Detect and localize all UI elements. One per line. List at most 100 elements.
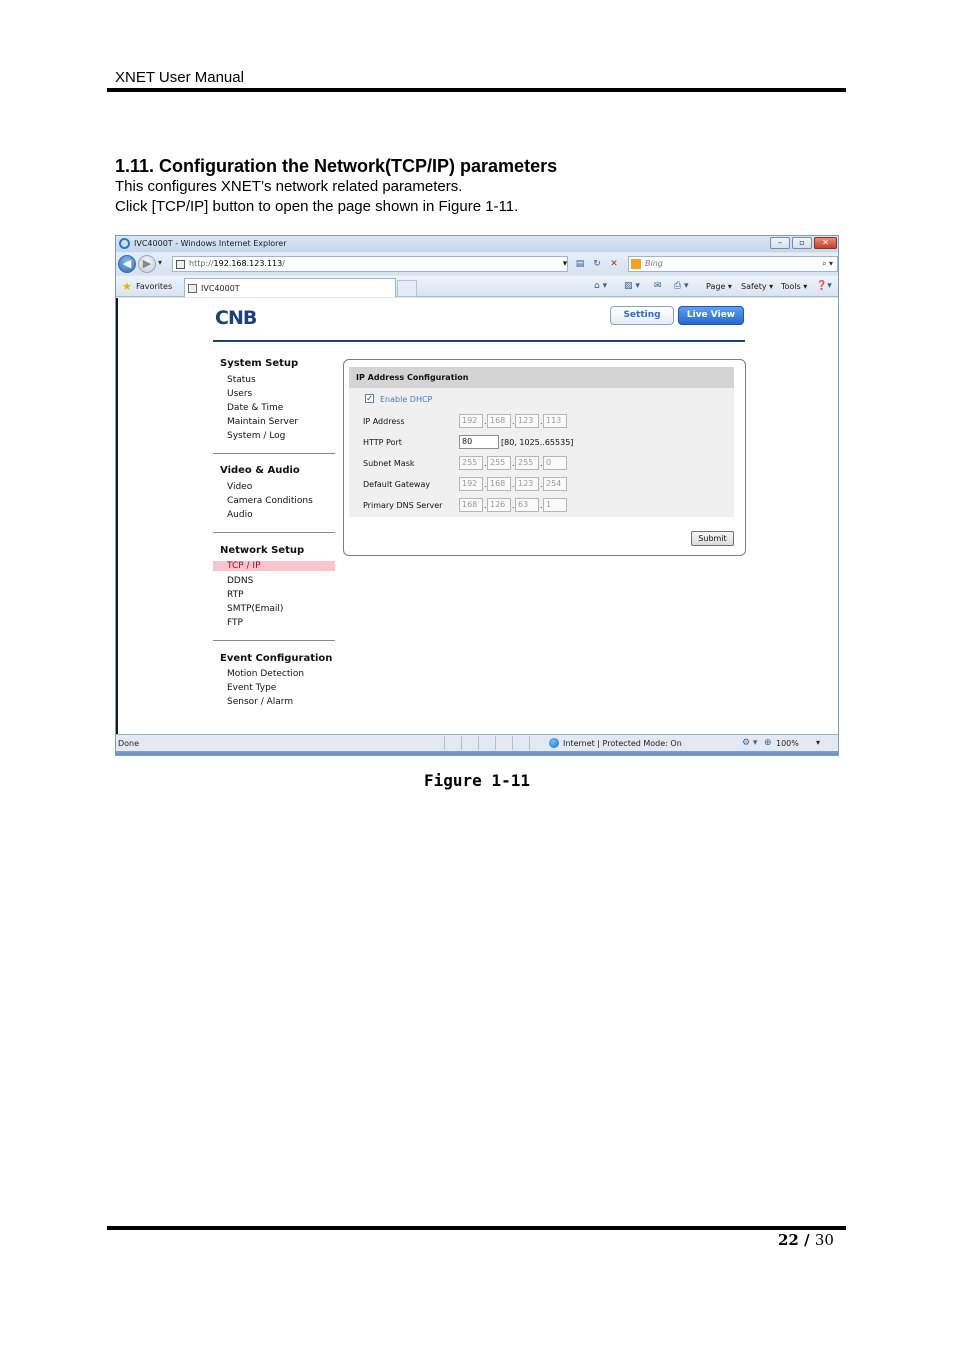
- print-icon[interactable]: ⎙ ▾: [674, 281, 689, 291]
- security-zone: Internet | Protected Mode: On: [563, 739, 682, 748]
- svg-text:CNB: CNB: [215, 307, 257, 327]
- menu-item-camera-conditions[interactable]: Camera Conditions: [227, 496, 313, 506]
- dns-octet-3[interactable]: 63: [515, 498, 539, 512]
- url-scheme: http://: [189, 259, 214, 268]
- close-button[interactable]: ✕: [814, 237, 837, 249]
- page-number: 22 / 30: [778, 1231, 834, 1249]
- menu-item-date-time[interactable]: Date & Time: [227, 403, 283, 413]
- tools-menu[interactable]: Tools ▾: [781, 282, 807, 291]
- header-divider: [213, 340, 745, 342]
- feeds-icon[interactable]: ▧ ▾: [624, 281, 640, 291]
- menu-item-system-log[interactable]: System / Log: [227, 431, 285, 441]
- url-dropdown-icon[interactable]: ▾: [558, 257, 572, 271]
- menu-section-system: System Setup: [220, 358, 299, 369]
- menu-item-users[interactable]: Users: [227, 389, 252, 399]
- menu-section-network: Network Setup: [220, 545, 305, 556]
- menu-item-motion-detection[interactable]: Motion Detection: [227, 669, 304, 679]
- menu-item-tcp-ip[interactable]: TCP / IP: [213, 561, 335, 571]
- zoom-dropdown-icon[interactable]: ▾: [816, 738, 820, 747]
- menu-item-ftp[interactable]: FTP: [227, 618, 243, 628]
- menu-item-event-type[interactable]: Event Type: [227, 683, 276, 693]
- zoom-level[interactable]: 100%: [776, 739, 799, 748]
- submit-button[interactable]: Submit: [691, 531, 734, 546]
- default-gateway-label: Default Gateway: [363, 480, 431, 489]
- home-icon[interactable]: ⌂ ▾: [594, 281, 607, 291]
- menu-item-status[interactable]: Status: [227, 375, 256, 385]
- ip-octet-2[interactable]: 168: [487, 414, 511, 428]
- primary-dns-label: Primary DNS Server: [363, 501, 443, 510]
- zoom-icon[interactable]: ⊕: [764, 738, 772, 748]
- setting-button[interactable]: Setting: [610, 306, 674, 325]
- header-rule: [107, 88, 846, 92]
- menu-item-rtp[interactable]: RTP: [227, 590, 244, 600]
- dns-octet-1[interactable]: 168: [459, 498, 483, 512]
- menu-item-ddns[interactable]: DDNS: [227, 576, 253, 586]
- page-menu[interactable]: Page ▾: [706, 282, 732, 291]
- ip-octet-3[interactable]: 123: [515, 414, 539, 428]
- ip-octet-1[interactable]: 192: [459, 414, 483, 428]
- history-dropdown-icon[interactable]: ▾: [158, 258, 162, 267]
- dns-octet-4[interactable]: 1: [543, 498, 567, 512]
- ip-address-label: IP Address: [363, 417, 405, 426]
- subnet-octet-3[interactable]: 255: [515, 456, 539, 470]
- search-placeholder: Bing: [645, 259, 663, 268]
- address-bar: ◀ ▶ ▾ http://192.168.123.113/ ▾ ▤ ↻ ✕ Bi…: [116, 253, 838, 275]
- refresh-icon[interactable]: ↻: [590, 257, 604, 271]
- subnet-octet-4[interactable]: 0: [543, 456, 567, 470]
- favorites-button[interactable]: Favorites: [136, 282, 172, 291]
- menu-item-smtp[interactable]: SMTP(Email): [227, 604, 283, 614]
- safety-menu[interactable]: Safety ▾: [741, 282, 773, 291]
- windows-taskbar: [116, 751, 838, 755]
- status-separator: [512, 736, 513, 750]
- gateway-octet-2[interactable]: 168: [487, 477, 511, 491]
- status-text: Done: [118, 739, 140, 748]
- gateway-octet-4[interactable]: 254: [543, 477, 567, 491]
- subnet-octet-2[interactable]: 255: [487, 456, 511, 470]
- dhcp-checkbox[interactable]: ✓: [365, 394, 374, 403]
- web-page: CNB Setting Live View System Setup Statu…: [116, 298, 838, 734]
- stop-icon[interactable]: ✕: [607, 257, 621, 271]
- url-path: /: [282, 259, 285, 268]
- url-input[interactable]: http://192.168.123.113/: [172, 256, 568, 272]
- protected-mode-icon[interactable]: ⚙ ▾: [742, 738, 757, 748]
- figure-caption: Figure 1-11: [424, 771, 530, 790]
- mail-icon[interactable]: ✉: [654, 281, 662, 291]
- menu-item-video[interactable]: Video: [227, 482, 252, 492]
- new-tab-button[interactable]: [397, 280, 417, 297]
- live-view-button[interactable]: Live View: [678, 306, 744, 325]
- browser-tab[interactable]: IVC4000T: [184, 278, 396, 297]
- status-separator: [478, 736, 479, 750]
- http-port-label: HTTP Port: [363, 438, 402, 447]
- forward-button[interactable]: ▶: [138, 255, 156, 273]
- minimize-button[interactable]: –: [770, 237, 790, 249]
- ie-logo-icon: [119, 238, 130, 249]
- status-bar: Done Internet | Protected Mode: On ⚙ ▾ ⊕…: [116, 734, 838, 751]
- menu-item-audio[interactable]: Audio: [227, 510, 253, 520]
- ip-octet-4[interactable]: 113: [543, 414, 567, 428]
- dhcp-label: Enable DHCP: [380, 395, 433, 404]
- compatibility-icon[interactable]: ▤: [573, 257, 587, 271]
- url-host: 192.168.123.113: [213, 259, 283, 268]
- page-separator: /: [798, 1231, 815, 1249]
- intro-paragraph: This configures XNET’s network related p…: [115, 178, 463, 195]
- favorites-star-icon[interactable]: ★: [122, 280, 132, 293]
- status-separator: [461, 736, 462, 750]
- search-icon[interactable]: ⌕ ▾: [822, 257, 833, 271]
- menu-item-maintain-server[interactable]: Maintain Server: [227, 417, 298, 427]
- menu-divider: [213, 640, 335, 641]
- dns-octet-2[interactable]: 126: [487, 498, 511, 512]
- ip-config-form: IP Address Configuration ✓ Enable DHCP I…: [349, 367, 734, 517]
- help-icon[interactable]: ❓▾: [816, 281, 832, 291]
- gateway-octet-1[interactable]: 192: [459, 477, 483, 491]
- menu-item-sensor-alarm[interactable]: Sensor / Alarm: [227, 697, 293, 707]
- search-input[interactable]: Bing ⌕ ▾: [628, 256, 838, 272]
- browser-screenshot: IVC4000T - Windows Internet Explorer – ▫…: [115, 235, 839, 756]
- tab-page-icon: [188, 284, 197, 293]
- restore-button[interactable]: ▫: [792, 237, 812, 249]
- http-port-input[interactable]: 80: [459, 435, 499, 449]
- http-port-range: [80, 1025..65535]: [501, 438, 574, 447]
- subnet-octet-1[interactable]: 255: [459, 456, 483, 470]
- menu-section-event: Event Configuration: [220, 653, 333, 664]
- back-button[interactable]: ◀: [118, 255, 136, 273]
- gateway-octet-3[interactable]: 123: [515, 477, 539, 491]
